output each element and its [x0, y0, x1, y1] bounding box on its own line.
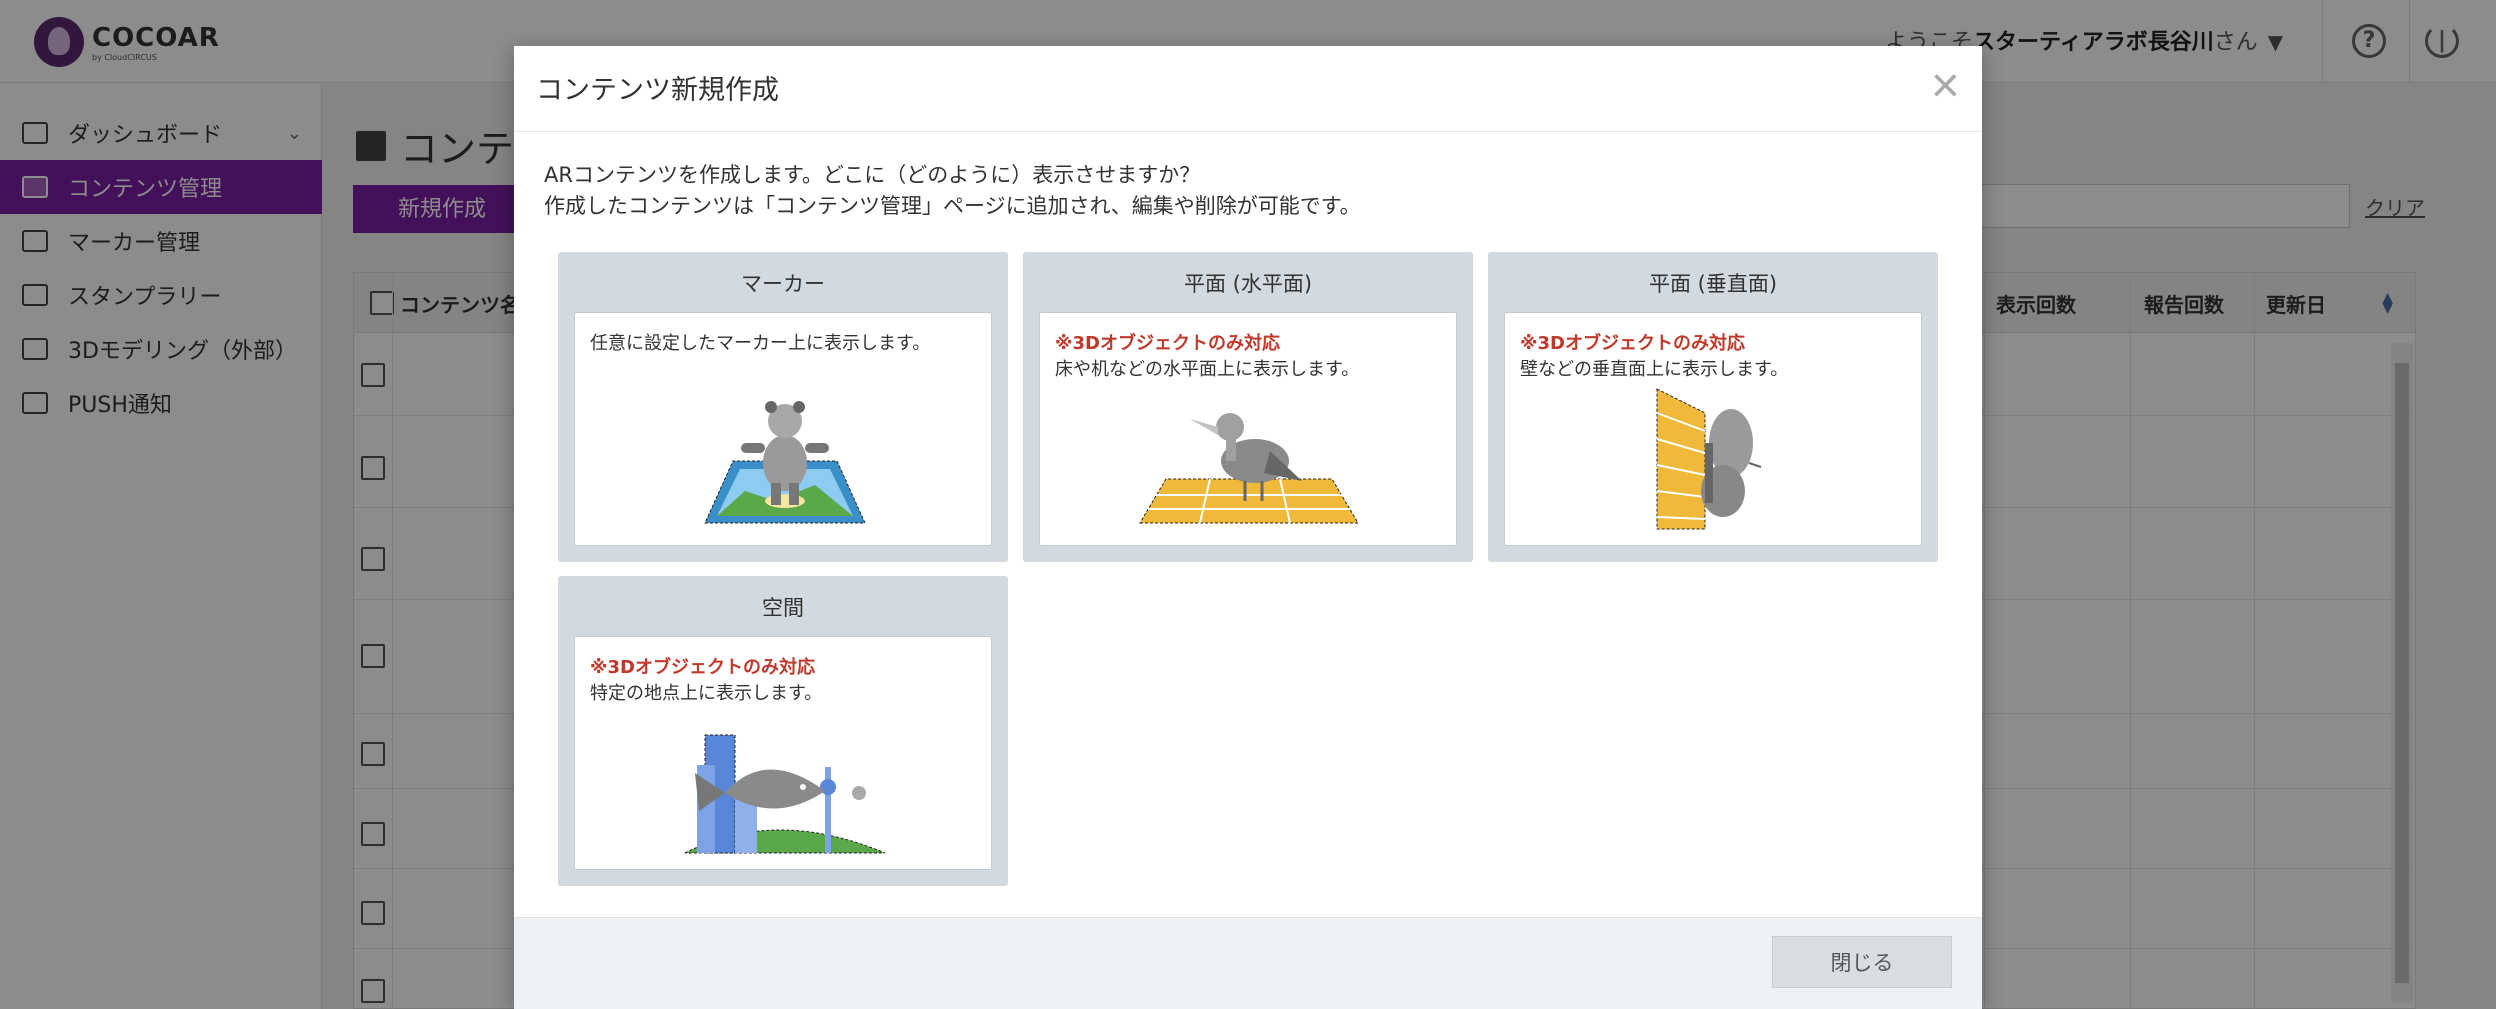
option-card: ※3Dオブジェクトのみ対応 床や机などの水平面上に表示します。: [1039, 312, 1457, 546]
option-title: 平面 (水平面): [1183, 272, 1313, 296]
option-card: ※3Dオブジェクトのみ対応 壁などの垂直面上に表示します。: [1504, 312, 1922, 546]
vertical-butterfly-illustration: [1656, 388, 1762, 530]
option-card: 任意に設定したマーカー上に表示します。: [574, 312, 992, 546]
option-title: 平面 (垂直面): [1648, 272, 1778, 296]
option-warning: ※3Dオブジェクトのみ対応: [1520, 333, 1745, 354]
modal-title: コンテンツ新規作成: [536, 75, 779, 106]
option-desc: 特定の地点上に表示します。: [590, 683, 823, 704]
intro-line-1: ARコンテンツを作成します。どこに（どのように）表示させますか？: [544, 163, 1201, 187]
close-icon[interactable]: ×: [1931, 60, 1960, 110]
option-card: ※3Dオブジェクトのみ対応 特定の地点上に表示します。: [574, 636, 992, 870]
modal-header: コンテンツ新規作成 ×: [514, 46, 1982, 132]
option-desc: 床や机などの水平面上に表示します。: [1055, 359, 1360, 380]
option-warning: ※3Dオブジェクトのみ対応: [590, 657, 815, 678]
modal-footer: 閉じる: [514, 917, 1982, 1009]
option-warning: ※3Dオブジェクトのみ対応: [1055, 333, 1280, 354]
option-vertical-plane[interactable]: 平面 (垂直面) ※3Dオブジェクトのみ対応 壁などの垂直面上に表示します。: [1488, 252, 1938, 562]
option-marker[interactable]: マーカー 任意に設定したマーカー上に表示します。: [558, 252, 1008, 562]
modal-intro: ARコンテンツを作成します。どこに（どのように）表示させますか？ 作成したコンテ…: [544, 160, 1361, 222]
option-desc: 壁などの垂直面上に表示します。: [1520, 359, 1789, 380]
space-whale-city-illustration: [684, 734, 886, 854]
option-title: マーカー: [741, 272, 825, 296]
intro-line-2: 作成したコンテンツは「コンテンツ管理」ページに追加され、編集や削除が可能です。: [544, 194, 1361, 218]
close-button[interactable]: 閉じる: [1772, 936, 1952, 988]
option-desc: 任意に設定したマーカー上に表示します。: [590, 333, 931, 354]
option-horizontal-plane[interactable]: 平面 (水平面) ※3Dオブジェクトのみ対応 床や机などの水平面上に表示します。: [1023, 252, 1473, 562]
marker-panda-illustration: [704, 401, 866, 524]
new-content-modal: コンテンツ新規作成 × ARコンテンツを作成します。どこに（どのように）表示させ…: [514, 46, 1982, 1009]
option-space[interactable]: 空間 ※3Dオブジェクトのみ対応 特定の地点上に表示します。: [558, 576, 1008, 886]
option-title: 空間: [762, 596, 804, 620]
horizontal-bird-illustration: [1139, 413, 1359, 524]
